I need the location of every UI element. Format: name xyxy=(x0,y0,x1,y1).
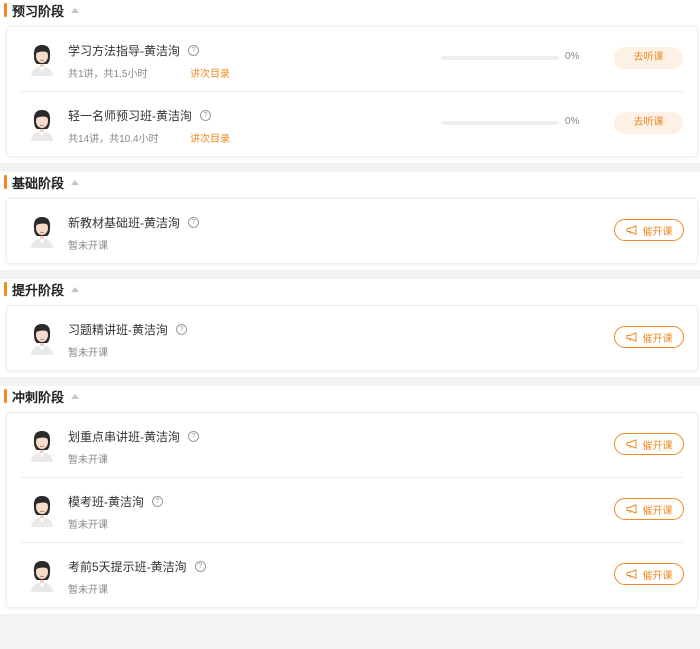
megaphone-icon xyxy=(626,439,636,449)
course-card: 学习方法指导-黄洁洵? 共1讲，共1.5小时 讲次目录 0% 去听课 轻一名师预习班-黄洁… xyxy=(6,26,698,157)
course-row: 模考班-黄洁洵? 暂未开课 催开课 xyxy=(21,477,684,542)
question-circle-icon[interactable]: ? xyxy=(152,496,163,507)
course-stage-list: 预习阶段 学习方法指导-黄洁洵? 共1讲，共1.5小时 讲次目录 0% 去听课 轻一名师预习… xyxy=(0,0,700,614)
teacher-avatar xyxy=(31,217,53,248)
course-meta: 暂未开课 xyxy=(68,585,108,596)
urge-open-button[interactable]: 催开课 xyxy=(614,219,684,241)
course-card: 习题精讲班-黄洁洵? 暂未开课 催开课 xyxy=(6,305,698,371)
course-name[interactable]: 模考班-黄洁洵? xyxy=(68,493,163,510)
course-meta: 共1讲，共1.5小时 xyxy=(68,69,148,80)
course-card: 划重点串讲班-黄洁洵? 暂未开课 催开课 模考班-黄洁洵? 暂未开课 催开课 考前5天提示班… xyxy=(6,412,698,608)
progress-bar xyxy=(441,56,559,60)
course-title[interactable]: 轻一名师预习班-黄洁洵 xyxy=(68,107,192,124)
urge-open-label: 催开课 xyxy=(642,505,673,517)
stage-accent-bar xyxy=(4,175,7,189)
teacher-avatar xyxy=(31,561,53,592)
urge-open-label: 催开课 xyxy=(642,333,673,345)
lecture-catalog-link[interactable]: 讲次目录 xyxy=(190,65,230,80)
course-title[interactable]: 模考班-黄洁洵 xyxy=(68,493,144,510)
megaphone-icon xyxy=(626,332,636,342)
stage-header[interactable]: 预习阶段 xyxy=(0,0,700,20)
stage-header[interactable]: 冲刺阶段 xyxy=(0,386,700,406)
course-meta: 暂未开课 xyxy=(68,241,108,252)
course-title[interactable]: 划重点串讲班-黄洁洵 xyxy=(68,428,180,445)
course-name[interactable]: 考前5天提示班-黄洁洵? xyxy=(68,558,206,575)
teacher-avatar xyxy=(31,110,53,141)
course-meta: 共14讲，共10.4小时 xyxy=(68,134,159,145)
course-row: 划重点串讲班-黄洁洵? 暂未开课 催开课 xyxy=(21,413,684,477)
urge-open-button[interactable]: 催开课 xyxy=(614,498,684,520)
stage-accent-bar xyxy=(4,3,7,17)
question-circle-icon[interactable]: ? xyxy=(200,110,211,121)
course-name[interactable]: 轻一名师预习班-黄洁洵? xyxy=(68,107,211,124)
course-row: 习题精讲班-黄洁洵? 暂未开课 催开课 xyxy=(21,306,684,370)
progress-bar xyxy=(441,121,559,125)
course-name[interactable]: 习题精讲班-黄洁洵? xyxy=(68,321,187,338)
question-circle-icon[interactable]: ? xyxy=(188,45,199,56)
megaphone-icon xyxy=(626,569,636,579)
course-row: 考前5天提示班-黄洁洵? 暂未开课 催开课 xyxy=(21,542,684,607)
teacher-avatar xyxy=(31,324,53,355)
progress-percent: 0% xyxy=(565,116,580,127)
stage-title: 预习阶段 xyxy=(12,3,65,19)
question-circle-icon[interactable]: ? xyxy=(194,561,206,572)
course-name[interactable]: 新教材基础班-黄洁洵? xyxy=(68,214,199,231)
stage-section: 基础阶段新教材基础班-黄洁洵? 暂未开课 催开课 xyxy=(0,172,700,270)
urge-open-button[interactable]: 催开课 xyxy=(614,433,684,455)
lecture-catalog-link[interactable]: 讲次目录 xyxy=(190,130,230,145)
stage-section: 提升阶段习题精讲班-黄洁洵? 暂未开课 催开课 xyxy=(0,279,700,377)
stage-section: 冲刺阶段 划重点串讲班-黄洁洵? 暂未开课 催开课 模考班-黄洁洵? 暂未开课 催开课 考前5… xyxy=(0,386,700,614)
urge-open-button[interactable]: 催开课 xyxy=(614,326,684,348)
course-title[interactable]: 新教材基础班-黄洁洵 xyxy=(68,214,180,231)
go-listen-button[interactable]: 去听课 xyxy=(614,112,683,134)
caret-up-icon[interactable] xyxy=(71,179,80,185)
teacher-avatar xyxy=(31,496,53,527)
urge-open-label: 催开课 xyxy=(642,440,673,452)
caret-up-icon[interactable] xyxy=(71,286,80,292)
course-row: 轻一名师预习班-黄洁洵? 共14讲，共10.4小时 讲次目录 0% 去听课 xyxy=(21,91,683,156)
megaphone-icon xyxy=(626,504,636,514)
go-listen-button[interactable]: 去听课 xyxy=(614,47,683,69)
teacher-avatar xyxy=(31,431,53,462)
stage-header[interactable]: 基础阶段 xyxy=(0,172,700,192)
course-meta: 暂未开课 xyxy=(68,455,108,466)
stage-accent-bar xyxy=(4,282,7,296)
stage-header[interactable]: 提升阶段 xyxy=(0,279,700,299)
course-meta: 暂未开课 xyxy=(68,520,108,531)
course-title[interactable]: 习题精讲班-黄洁洵 xyxy=(68,321,168,338)
stage-title: 冲刺阶段 xyxy=(12,389,65,405)
urge-open-label: 催开课 xyxy=(642,226,673,238)
stage-title: 基础阶段 xyxy=(12,175,65,191)
stage-title: 提升阶段 xyxy=(12,282,65,298)
caret-up-icon[interactable] xyxy=(71,393,80,399)
progress-percent: 0% xyxy=(565,51,580,62)
course-meta: 暂未开课 xyxy=(68,348,108,359)
stage-section: 预习阶段 学习方法指导-黄洁洵? 共1讲，共1.5小时 讲次目录 0% 去听课 轻一名师预习… xyxy=(0,0,700,163)
course-row: 新教材基础班-黄洁洵? 暂未开课 催开课 xyxy=(21,199,684,263)
stage-accent-bar xyxy=(4,389,7,403)
course-name[interactable]: 学习方法指导-黄洁洵? xyxy=(68,42,199,59)
urge-open-label: 催开课 xyxy=(642,570,673,582)
megaphone-icon xyxy=(626,225,636,235)
question-circle-icon[interactable]: ? xyxy=(188,431,199,442)
urge-open-button[interactable]: 催开课 xyxy=(614,563,684,585)
question-circle-icon[interactable]: ? xyxy=(188,217,199,228)
question-circle-icon[interactable]: ? xyxy=(176,324,187,335)
course-title[interactable]: 考前5天提示班-黄洁洵 xyxy=(68,558,187,575)
course-card: 新教材基础班-黄洁洵? 暂未开课 催开课 xyxy=(6,198,698,264)
course-name[interactable]: 划重点串讲班-黄洁洵? xyxy=(68,428,199,445)
course-title[interactable]: 学习方法指导-黄洁洵 xyxy=(68,42,180,59)
caret-up-icon[interactable] xyxy=(71,7,80,13)
course-row: 学习方法指导-黄洁洵? 共1讲，共1.5小时 讲次目录 0% 去听课 xyxy=(21,27,683,91)
teacher-avatar xyxy=(31,45,53,76)
